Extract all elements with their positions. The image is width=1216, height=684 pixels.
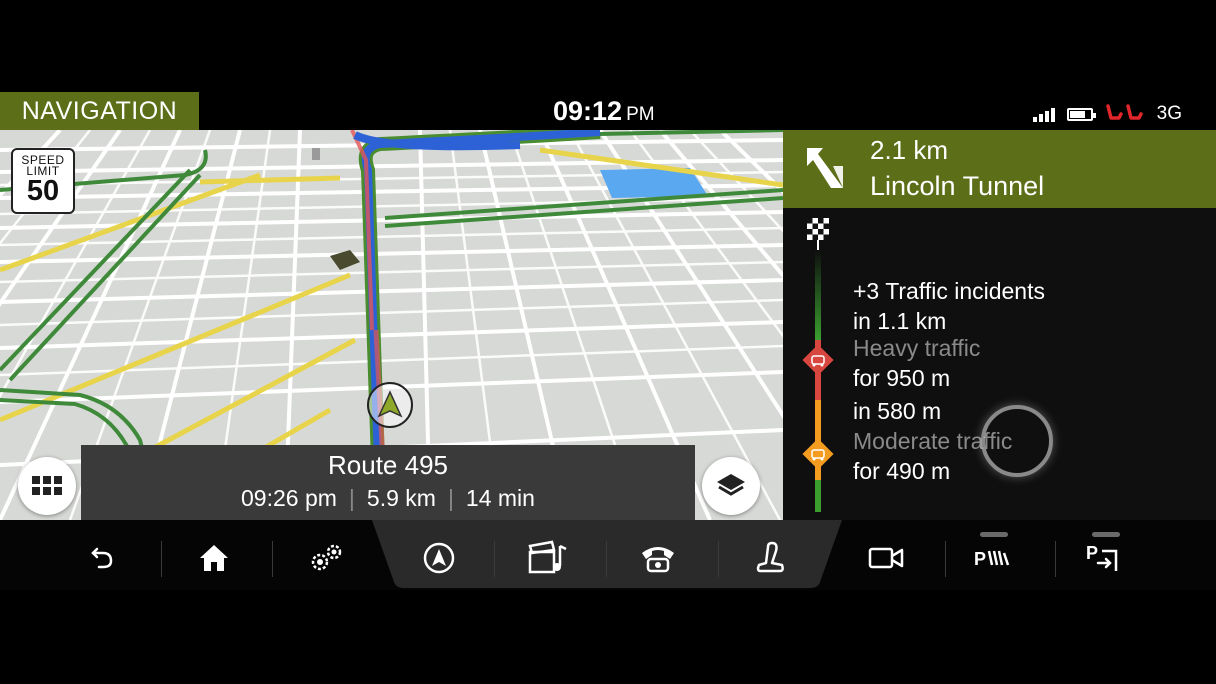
navigation-icon bbox=[423, 542, 455, 574]
divider bbox=[606, 541, 607, 577]
back-button[interactable] bbox=[72, 528, 132, 588]
clock-ampm: PM bbox=[626, 104, 655, 125]
svg-text:P: P bbox=[1086, 543, 1098, 563]
media-button[interactable] bbox=[518, 528, 578, 588]
touch-indicator bbox=[981, 405, 1053, 477]
seat-button[interactable] bbox=[740, 528, 800, 588]
settings-button[interactable] bbox=[296, 528, 356, 588]
network-type: 3G bbox=[1156, 103, 1182, 124]
maneuver-street: Lincoln Tunnel bbox=[870, 171, 1045, 201]
route-separator: | bbox=[447, 485, 454, 511]
signal-icon bbox=[1032, 106, 1055, 122]
grid-icon bbox=[32, 476, 62, 495]
apps-grid-button[interactable] bbox=[18, 457, 76, 515]
next-maneuver[interactable]: 2.1 km Lincoln Tunnel bbox=[783, 130, 1216, 208]
heavy-traffic-marker-icon bbox=[802, 344, 834, 376]
media-icon bbox=[528, 540, 567, 574]
divider bbox=[945, 541, 946, 577]
incidents-count: +3 Traffic incidents bbox=[853, 278, 1045, 304]
incident-heavy[interactable]: Heavy traffic for 950 m bbox=[853, 333, 980, 393]
route-separator: | bbox=[348, 485, 355, 511]
clock: 09:12 PM bbox=[553, 96, 655, 127]
status-icons: 3G bbox=[1032, 103, 1182, 125]
speed-limit-value: 50 bbox=[26, 175, 60, 207]
layers-icon bbox=[717, 474, 745, 496]
parking-exit-icon: P bbox=[1086, 543, 1118, 571]
park-assist-icon: P bbox=[974, 549, 1010, 569]
park-assist-button[interactable]: P bbox=[964, 528, 1024, 588]
phone-icon bbox=[642, 547, 674, 573]
camera-icon bbox=[868, 547, 904, 569]
home-button[interactable] bbox=[184, 528, 244, 588]
phone-button[interactable] bbox=[628, 528, 688, 588]
section-title: NAVIGATION bbox=[0, 92, 199, 130]
divider bbox=[718, 541, 719, 577]
incident-type: Heavy traffic bbox=[853, 335, 981, 361]
incident-length: for 950 m bbox=[853, 365, 951, 391]
divider bbox=[1055, 541, 1056, 577]
back-icon bbox=[91, 547, 113, 569]
incidents-distance: in 1.1 km bbox=[853, 308, 947, 334]
moderate-traffic-marker-icon bbox=[802, 438, 834, 470]
svg-text:P: P bbox=[974, 549, 986, 569]
camera-button[interactable] bbox=[856, 528, 916, 588]
divider bbox=[272, 541, 273, 577]
divider bbox=[161, 541, 162, 577]
clock-time: 09:12 bbox=[553, 96, 623, 126]
home-icon bbox=[200, 545, 228, 571]
route-eta: 09:26 pm bbox=[241, 485, 337, 511]
traffic-panel: +3 Traffic incidents in 1.1 km Heavy tra… bbox=[783, 208, 1216, 520]
parking-exit-button[interactable]: P bbox=[1076, 528, 1136, 588]
traffic-progress-line bbox=[815, 250, 821, 512]
speed-limit-label: SPEED LIMIT bbox=[21, 153, 65, 178]
maneuver-distance: 2.1 km bbox=[870, 135, 949, 165]
route-name: Route 495 bbox=[328, 450, 448, 480]
route-stats: 09:26 pm | 5.9 km | 14 min bbox=[81, 485, 695, 512]
turn-slight-left-icon bbox=[807, 148, 843, 188]
seatbelt-warning-icon bbox=[1105, 104, 1145, 124]
route-distance: 5.9 km bbox=[366, 485, 436, 511]
map-layers-button[interactable] bbox=[702, 457, 760, 515]
incidents-summary: +3 Traffic incidents in 1.1 km bbox=[853, 276, 1045, 336]
divider bbox=[494, 541, 495, 577]
route-duration: 14 min bbox=[465, 485, 535, 511]
finish-flag-icon bbox=[807, 218, 829, 250]
speed-limit-sign: SPEED LIMIT 50 bbox=[11, 148, 75, 214]
navigation-button[interactable] bbox=[409, 528, 469, 588]
settings-icon bbox=[311, 544, 342, 571]
battery-icon bbox=[1066, 107, 1096, 121]
seat-icon bbox=[756, 541, 784, 573]
route-summary[interactable]: Route 495 09:26 pm | 5.9 km | 14 min bbox=[81, 445, 695, 520]
